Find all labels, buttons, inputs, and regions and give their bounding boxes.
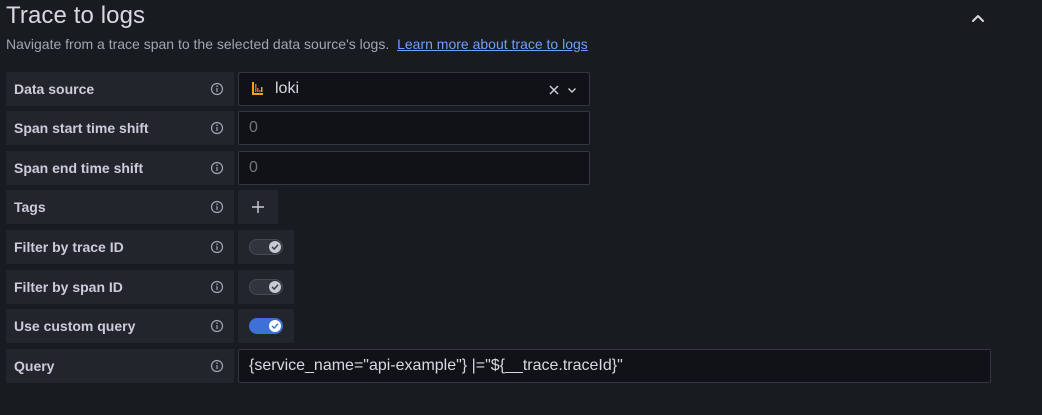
info-icon[interactable] xyxy=(210,280,224,294)
info-icon[interactable] xyxy=(210,359,224,373)
info-icon[interactable] xyxy=(210,240,224,254)
filter-span-toggle[interactable] xyxy=(249,279,283,295)
learn-more-link[interactable]: Learn more about trace to logs xyxy=(397,36,588,52)
span-start-input-box xyxy=(238,111,590,145)
chevron-up-icon xyxy=(972,15,984,22)
info-icon[interactable] xyxy=(210,200,224,214)
label-filter-span: Filter by span ID xyxy=(6,270,234,304)
add-tag-button[interactable] xyxy=(238,190,278,224)
description-text: Navigate from a trace span to the select… xyxy=(6,36,390,52)
toggle-knob xyxy=(269,281,281,293)
clear-icon[interactable] xyxy=(548,84,560,96)
info-icon[interactable] xyxy=(210,82,224,96)
info-icon[interactable] xyxy=(210,319,224,333)
toggle-knob xyxy=(269,320,281,332)
query-text: {service_name="api-example"} |="${__trac… xyxy=(249,357,623,374)
filter-span-switch-box xyxy=(238,270,294,304)
section-title: Trace to logs xyxy=(6,2,146,29)
label-data-source: Data source xyxy=(6,72,234,106)
label-text: Span start time shift xyxy=(14,120,149,136)
label-span-end: Span end time shift xyxy=(6,151,234,185)
label-text: Use custom query xyxy=(14,318,136,334)
plus-icon xyxy=(252,201,264,213)
data-source-picker[interactable]: loki xyxy=(238,72,590,106)
check-icon xyxy=(271,244,279,250)
label-text: Data source xyxy=(14,81,95,97)
chevron-down-icon[interactable] xyxy=(567,85,577,95)
loki-logo-icon xyxy=(252,82,263,95)
toggle-knob xyxy=(269,241,281,253)
check-icon xyxy=(271,323,279,329)
info-icon[interactable] xyxy=(210,161,224,175)
label-text: Filter by span ID xyxy=(14,279,123,295)
label-span-start: Span start time shift xyxy=(6,111,234,145)
collapse-section-button[interactable] xyxy=(968,8,988,28)
label-text: Filter by trace ID xyxy=(14,239,124,255)
filter-trace-switch-box xyxy=(238,230,294,264)
custom-query-toggle[interactable] xyxy=(249,318,283,334)
query-editor[interactable]: {service_name="api-example"} |="${__trac… xyxy=(238,349,991,383)
span-start-input[interactable] xyxy=(239,112,589,144)
label-text: Span end time shift xyxy=(14,160,144,176)
span-end-input-box xyxy=(238,151,590,185)
label-tags: Tags xyxy=(6,190,234,224)
label-query: Query xyxy=(6,349,234,383)
label-text: Query xyxy=(14,358,55,374)
label-filter-trace: Filter by trace ID xyxy=(6,230,234,264)
span-end-input[interactable] xyxy=(239,152,589,184)
section-description: Navigate from a trace span to the select… xyxy=(6,36,588,52)
check-icon xyxy=(271,284,279,290)
info-icon[interactable] xyxy=(210,121,224,135)
label-text: Tags xyxy=(14,199,46,215)
label-custom-query: Use custom query xyxy=(6,309,234,343)
data-source-name: loki xyxy=(275,80,300,97)
filter-trace-toggle[interactable] xyxy=(249,239,283,255)
custom-query-switch-box xyxy=(238,309,294,343)
